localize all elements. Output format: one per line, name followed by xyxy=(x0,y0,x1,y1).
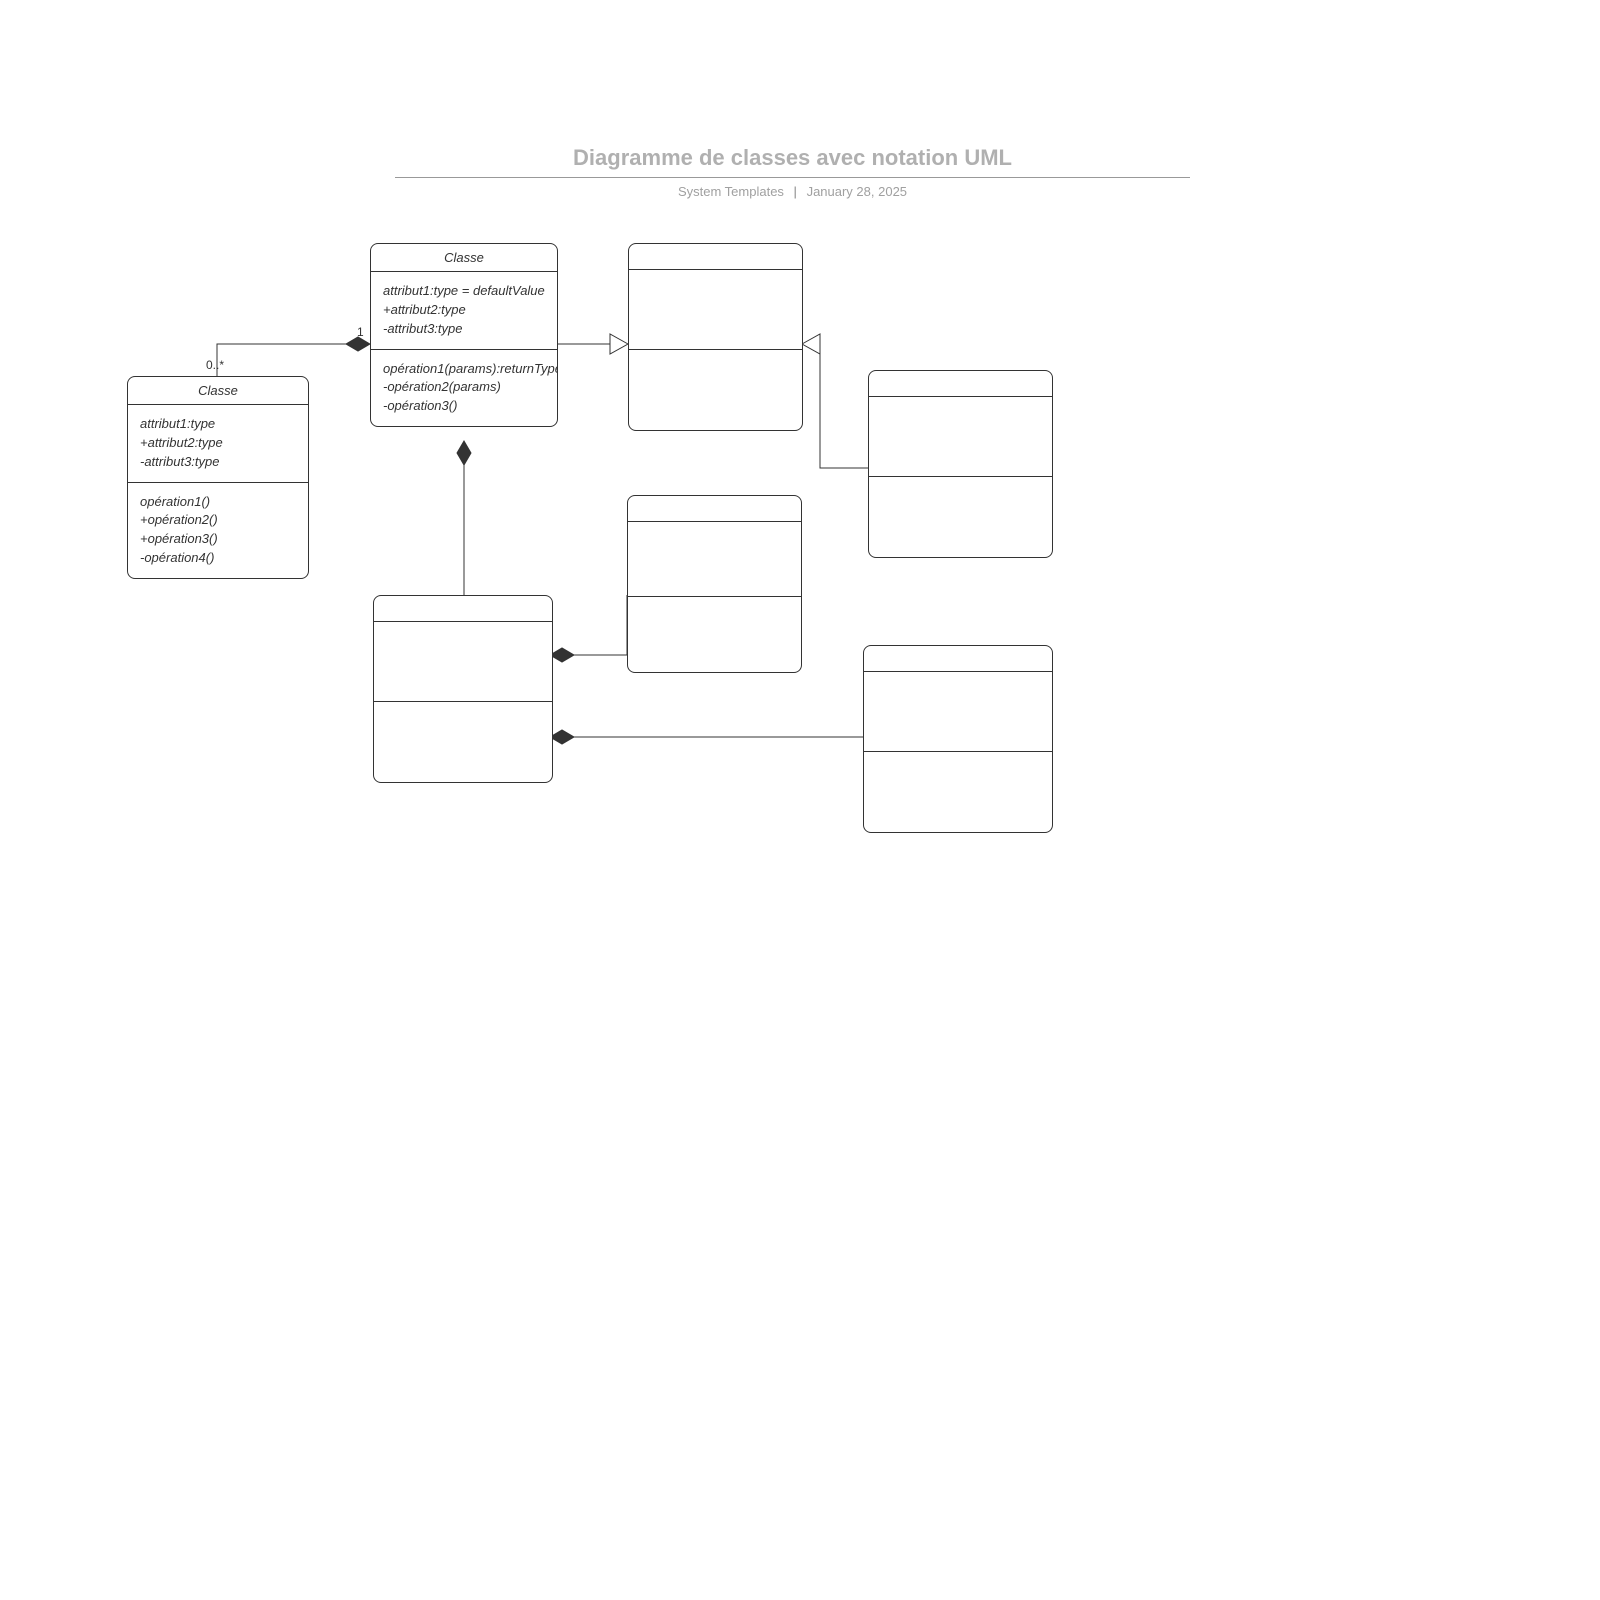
class-box-c5[interactable] xyxy=(627,495,802,673)
class-name xyxy=(374,596,552,622)
class-box-c7[interactable] xyxy=(863,645,1053,833)
class-attributes xyxy=(374,622,552,702)
class-operations: opération1() +opération2() +opération3()… xyxy=(128,483,308,578)
class-attributes xyxy=(629,270,802,350)
multiplicity-many: 0..* xyxy=(206,358,224,372)
class-box-c3[interactable] xyxy=(628,243,803,431)
class-name xyxy=(628,496,801,522)
class-attributes: attribut1:type = defaultValue +attribut2… xyxy=(371,272,557,350)
class-attributes xyxy=(628,522,801,597)
class-operations: opération1(params):returnType -opération… xyxy=(371,350,557,427)
class-box-c2[interactable]: Classe attribut1:type = defaultValue +at… xyxy=(370,243,558,427)
class-name xyxy=(629,244,802,270)
multiplicity-one: 1 xyxy=(357,325,364,339)
class-name xyxy=(864,646,1052,672)
connectors: C3 : line from C2 right to hollow triang… xyxy=(0,0,1600,1600)
class-box-c4[interactable] xyxy=(868,370,1053,558)
diagram-canvas: C3 : line from C2 right to hollow triang… xyxy=(0,0,1600,1600)
class-name: Classe xyxy=(128,377,308,405)
class-attributes xyxy=(864,672,1052,752)
class-name xyxy=(869,371,1052,397)
class-box-c1[interactable]: Classe attribut1:type +attribut2:type -a… xyxy=(127,376,309,579)
class-attributes xyxy=(869,397,1052,477)
class-attributes: attribut1:type +attribut2:type -attribut… xyxy=(128,405,308,483)
class-operations xyxy=(869,477,1052,557)
class-operations xyxy=(629,350,802,430)
class-operations xyxy=(374,702,552,782)
class-name: Classe xyxy=(371,244,557,272)
class-box-c6[interactable] xyxy=(373,595,553,783)
class-operations xyxy=(864,752,1052,832)
class-operations xyxy=(628,597,801,672)
